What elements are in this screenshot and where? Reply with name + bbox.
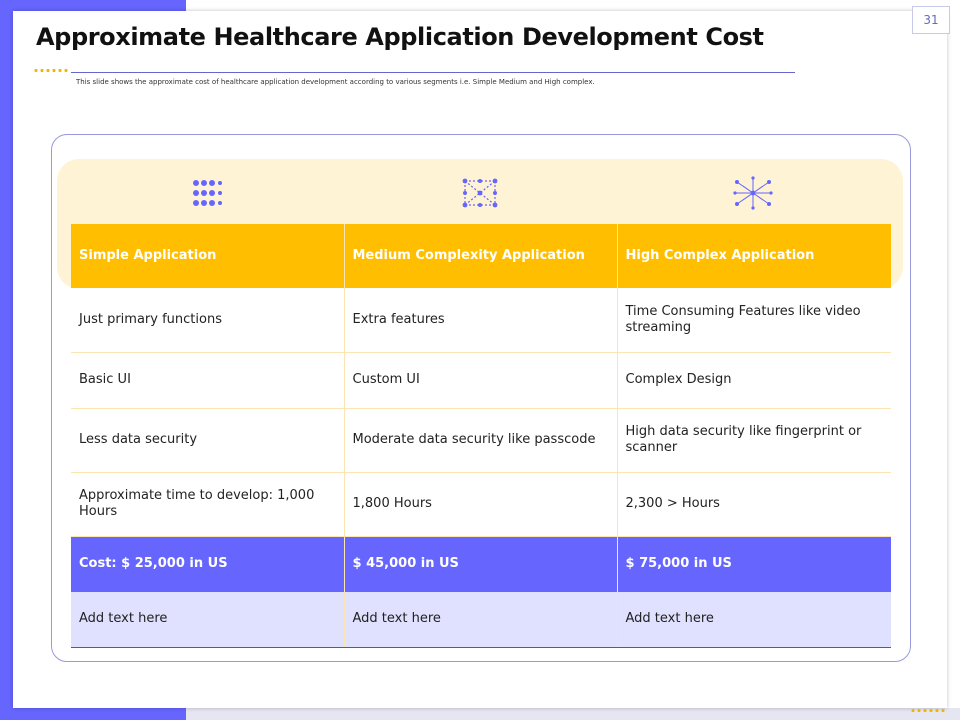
- table-header-cell: Medium Complexity Application: [343, 224, 617, 288]
- cost-cell: Cost: $ 25,000 in US: [71, 536, 344, 592]
- page-number: 31: [912, 6, 950, 34]
- table-header-row: Simple Application Medium Complexity App…: [71, 224, 891, 288]
- cost-cell: $ 75,000 in US: [616, 536, 891, 592]
- table-row: Less data security Moderate data securit…: [71, 408, 891, 473]
- network-grid-icon: [458, 174, 502, 212]
- table-cell: Complex Design: [616, 352, 891, 409]
- table-cell: Extra features: [343, 288, 617, 353]
- cost-table: Simple Application Medium Complexity App…: [71, 224, 891, 648]
- table-header-cell: Simple Application: [71, 224, 344, 288]
- table-cell: High data security like fingerprint or s…: [616, 408, 891, 473]
- table-row: Approximate time to develop: 1,000 Hours…: [71, 472, 891, 537]
- add-text-cell: Add text here: [71, 591, 344, 648]
- table-cell: Moderate data security like passcode: [343, 408, 617, 473]
- table-row: Just primary functions Extra features Ti…: [71, 288, 891, 353]
- table-cell: 2,300 > Hours: [616, 472, 891, 537]
- add-text-cell: Add text here: [616, 591, 891, 648]
- page-subtitle: This slide shows the approximate cost of…: [76, 78, 595, 86]
- dot-grid-icon: [185, 174, 229, 212]
- corner-dots-decoration: [910, 709, 946, 712]
- complex-network-icon: [731, 174, 775, 212]
- table-header-cell: High Complex Application: [616, 224, 891, 288]
- table-row: Basic UI Custom UI Complex Design: [71, 352, 891, 409]
- page-title: Approximate Healthcare Application Devel…: [36, 23, 764, 51]
- add-text-cell: Add text here: [343, 591, 617, 648]
- table-cell: Time Consuming Features like video strea…: [616, 288, 891, 353]
- table-cell: Approximate time to develop: 1,000 Hours: [71, 472, 344, 537]
- table-cell: 1,800 Hours: [343, 472, 617, 537]
- bottom-accent-bar: [186, 708, 960, 720]
- table-cell: Custom UI: [343, 352, 617, 409]
- add-text-row: Add text here Add text here Add text her…: [71, 591, 891, 648]
- title-dots-decoration: [33, 69, 69, 72]
- cost-panel: Simple Application Medium Complexity App…: [51, 134, 911, 662]
- slide: 31 Approximate Healthcare Application De…: [13, 6, 950, 712]
- table-cell: Just primary functions: [71, 288, 344, 353]
- table-cell: Basic UI: [71, 352, 344, 409]
- cost-cell: $ 45,000 in US: [343, 536, 617, 592]
- table-cell: Less data security: [71, 408, 344, 473]
- title-underline: [71, 72, 795, 73]
- cost-row: Cost: $ 25,000 in US $ 45,000 in US $ 75…: [71, 536, 891, 592]
